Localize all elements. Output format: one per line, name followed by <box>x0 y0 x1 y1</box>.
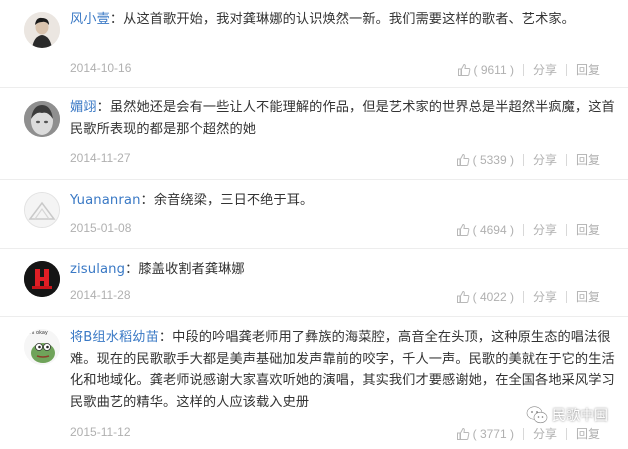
divider <box>0 316 628 317</box>
comment-meta: 2014-11-27 ( 5339 ) 分享 回复 <box>70 151 600 169</box>
divider <box>565 63 567 76</box>
avatar[interactable]: It's okay <box>24 329 60 365</box>
reply-button[interactable]: 回复 <box>576 61 600 78</box>
divider <box>522 223 524 236</box>
divider <box>522 427 524 440</box>
colon: ： <box>109 12 124 27</box>
comment-actions: ( 4694 ) 分享 回复 <box>456 221 600 238</box>
comment-text: zisulang：膝盖收割者龚琳娜 <box>70 259 618 281</box>
like-count: ( 9611 ) <box>473 62 514 77</box>
comment-actions: ( 5339 ) 分享 回复 <box>456 151 600 168</box>
like-button[interactable]: ( 4694 ) <box>456 223 514 237</box>
comment-meta: 2015-11-12 ( 3771 ) 分享 回复 <box>70 425 600 443</box>
comment-date: 2014-11-28 <box>70 288 131 302</box>
comment-body: 膝盖收割者龚琳娜 <box>138 262 245 277</box>
comment-body: 从这首歌开始，我对龚琳娜的认识焕然一新。我们需要这样的歌者、艺术家。 <box>123 12 575 27</box>
thumbs-up-icon <box>456 290 469 303</box>
avatar[interactable] <box>24 192 60 228</box>
comment-text: 风小壹：从这首歌开始，我对龚琳娜的认识焕然一新。我们需要这样的歌者、艺术家。 <box>70 9 618 31</box>
divider <box>0 87 628 88</box>
comment-text: 将B组水稻幼苗：中段的吟唱龚老师用了彝族的海菜腔，高音全在头顶，这种原生态的唱法… <box>70 327 618 413</box>
reply-button[interactable]: 回复 <box>576 425 600 442</box>
comment-meta: 2014-11-28 ( 4022 ) 分享 回复 <box>70 288 600 306</box>
like-count: ( 5339 ) <box>472 152 514 167</box>
watermark: 民歌中国 <box>526 405 608 425</box>
comment-text: 媚翊：虽然她还是会有一些让人不能理解的作品，但是艺术家的世界总是半超然半疯魔，这… <box>70 97 618 140</box>
divider <box>522 63 524 76</box>
share-button[interactable]: 分享 <box>533 151 557 168</box>
wechat-icon <box>526 406 548 424</box>
thumbs-up-icon <box>456 427 469 440</box>
share-button[interactable]: 分享 <box>533 61 557 78</box>
comment-text: Yuananran：余音绕梁，三日不绝于耳。 <box>70 190 618 212</box>
divider <box>565 223 567 236</box>
divider <box>565 427 567 440</box>
like-button[interactable]: ( 4022 ) <box>456 290 514 304</box>
username-link[interactable]: 风小壹 <box>70 12 110 27</box>
comment-date: 2014-11-27 <box>70 151 131 165</box>
avatar[interactable] <box>24 101 60 137</box>
comment-date: 2014-10-16 <box>70 61 132 75</box>
thumbs-up-icon <box>456 223 469 236</box>
comment-actions: ( 4022 ) 分享 回复 <box>456 288 600 305</box>
username-link[interactable]: 将B组水稻幼苗 <box>70 330 159 345</box>
divider <box>565 290 567 303</box>
divider <box>0 179 628 180</box>
thumbs-up-icon <box>457 63 470 76</box>
comment-meta: 2014-10-16 ( 9611 ) 分享 回复 <box>70 61 600 79</box>
divider <box>565 153 567 166</box>
colon: ： <box>96 100 110 115</box>
username-link[interactable]: 媚翊 <box>70 100 97 115</box>
share-button[interactable]: 分享 <box>533 288 557 305</box>
avatar-caption: It's okay <box>27 330 48 336</box>
divider <box>522 153 524 166</box>
comment-body: 虽然她还是会有一些让人不能理解的作品，但是艺术家的世界总是半超然半疯魔，这首民歌… <box>70 100 615 137</box>
avatar[interactable] <box>24 12 60 48</box>
username-link[interactable]: Yuananran <box>70 193 141 208</box>
comment-date: 2015-11-12 <box>70 425 131 439</box>
like-button[interactable]: ( 9611 ) <box>457 63 514 77</box>
comment-date: 2015-01-08 <box>70 221 132 235</box>
like-count: ( 4694 ) <box>472 222 514 237</box>
reply-button[interactable]: 回复 <box>576 221 600 238</box>
divider <box>522 290 524 303</box>
colon: ： <box>140 193 154 208</box>
reply-button[interactable]: 回复 <box>576 151 600 168</box>
share-button[interactable]: 分享 <box>533 425 557 442</box>
comment-actions: ( 3771 ) 分享 回复 <box>456 425 600 442</box>
comment-body: 余音绕梁，三日不绝于耳。 <box>153 193 314 208</box>
colon: ： <box>125 262 139 277</box>
divider <box>0 248 628 249</box>
comment-meta: 2015-01-08 ( 4694 ) 分享 回复 <box>70 221 600 239</box>
reply-button[interactable]: 回复 <box>576 288 600 305</box>
colon: ： <box>158 330 173 345</box>
like-count: ( 4022 ) <box>472 289 514 304</box>
comment-actions: ( 9611 ) 分享 回复 <box>457 61 600 78</box>
share-button[interactable]: 分享 <box>533 221 557 238</box>
like-button[interactable]: ( 5339 ) <box>456 153 514 167</box>
thumbs-up-icon <box>456 153 469 166</box>
like-button[interactable]: ( 3771 ) <box>456 427 514 441</box>
watermark-text: 民歌中国 <box>552 408 608 424</box>
username-link[interactable]: zisulang <box>70 262 125 277</box>
like-count: ( 3771 ) <box>472 426 514 441</box>
avatar[interactable] <box>24 261 60 297</box>
